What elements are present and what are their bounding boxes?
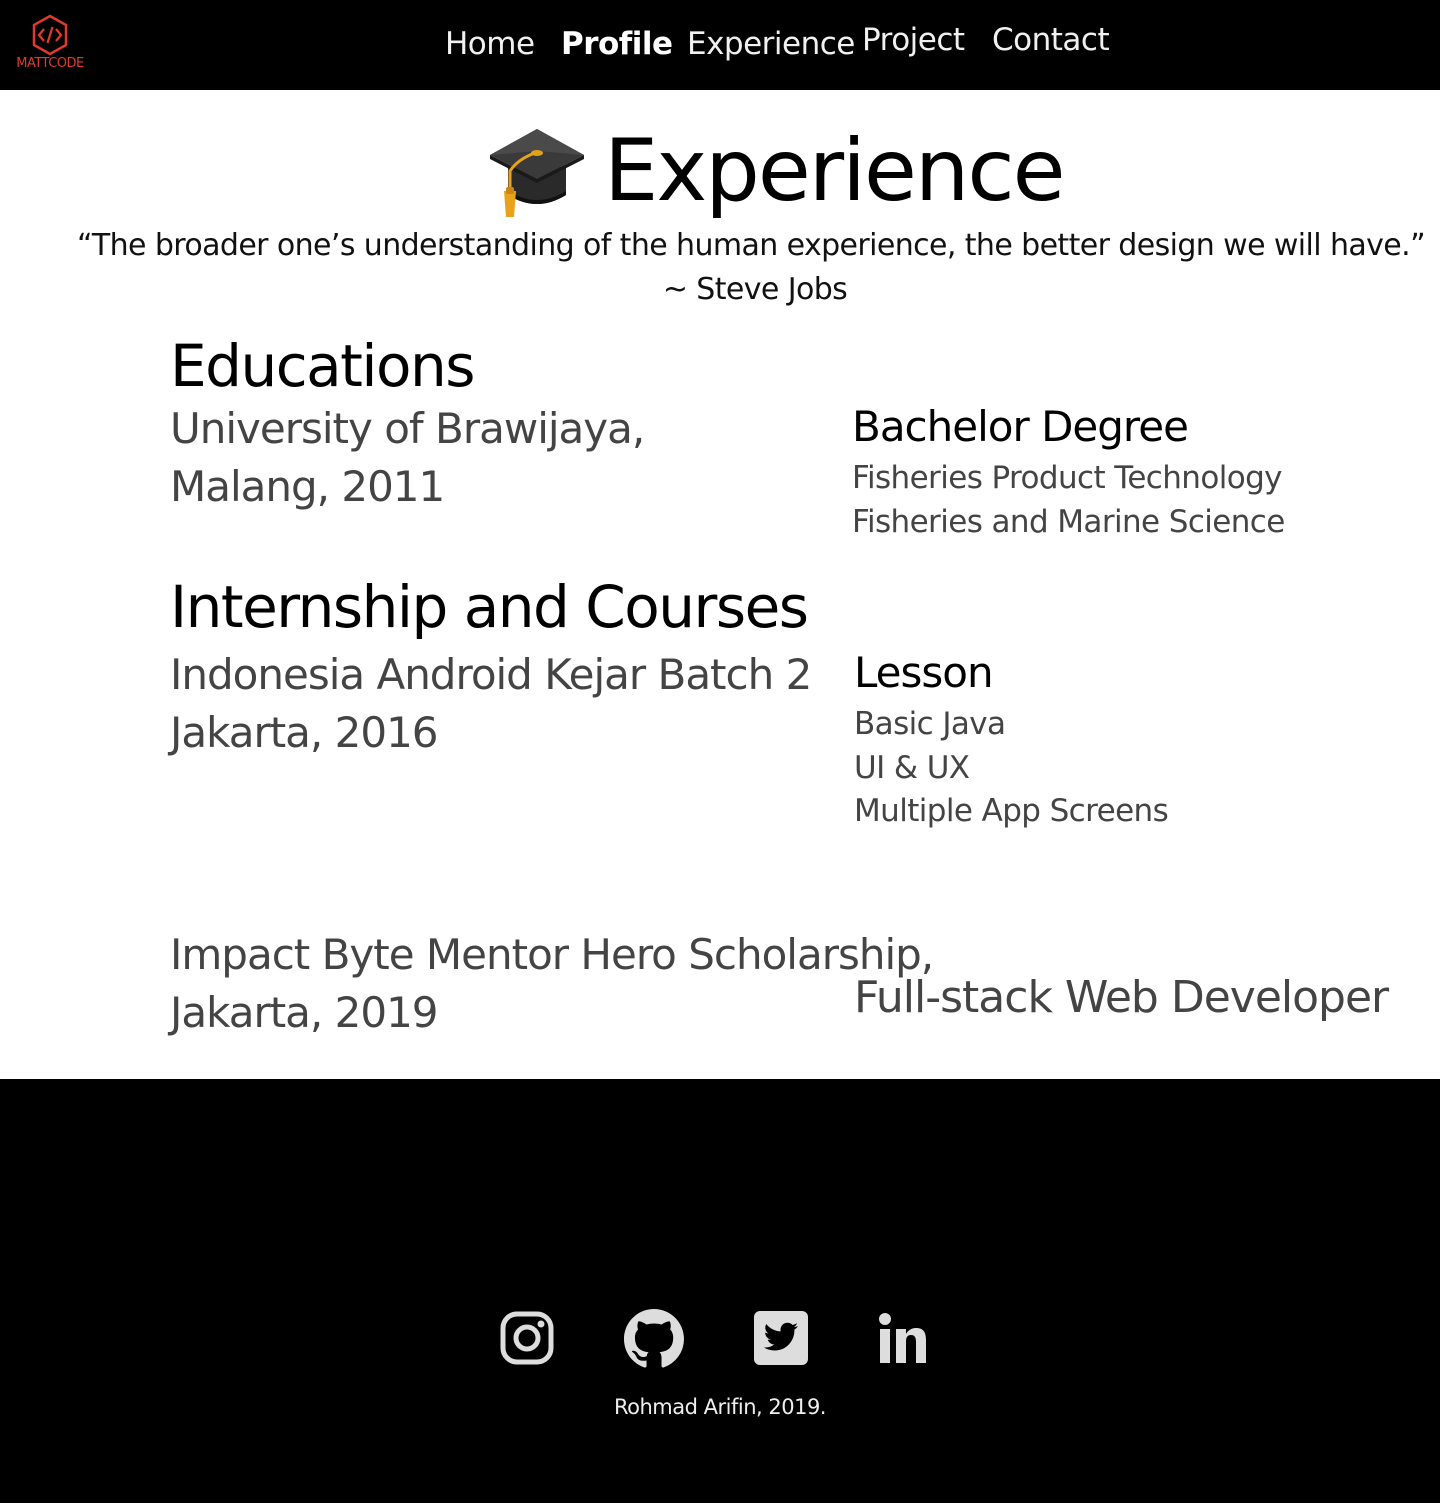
nav-project[interactable]: Project — [862, 22, 965, 58]
footer: Rohmad Arifin, 2019. — [0, 1079, 1440, 1503]
lesson-title: Lesson — [854, 648, 994, 697]
graduation-cap-icon — [490, 129, 584, 217]
page-title: Experience — [604, 121, 1066, 221]
course2-line1: Impact Byte Mentor Hero Scholarship, — [170, 930, 934, 979]
twitter-icon — [754, 1311, 808, 1365]
instagram-link[interactable] — [498, 1309, 558, 1369]
nav-home[interactable]: Home — [445, 26, 535, 62]
educations-heading: Educations — [170, 332, 475, 400]
github-icon — [624, 1309, 684, 1368]
linkedin-icon — [879, 1313, 926, 1363]
degree-title: Bachelor Degree — [852, 402, 1189, 451]
nav-menu: Home Profile Experience Project Contact — [0, 0, 1440, 90]
nav-experience[interactable]: Experience — [687, 26, 855, 62]
twitter-link[interactable] — [752, 1309, 812, 1369]
degree-line1: Fisheries Product Technology — [852, 460, 1283, 496]
linkedin-link[interactable] — [876, 1309, 936, 1369]
hero-title-row: Experience — [488, 116, 1066, 226]
top-navbar: MATTCODE Home Profile Experience Project… — [0, 0, 1440, 90]
course1-line1: Indonesia Android Kejar Batch 2 — [170, 650, 812, 699]
lesson-item: Multiple App Screens — [854, 793, 1169, 829]
lesson-item: Basic Java — [854, 706, 1006, 742]
course1-line2: Jakarta, 2016 — [170, 708, 439, 757]
copyright-text: Rohmad Arifin, 2019. — [614, 1395, 826, 1419]
lesson-item: UI & UX — [854, 750, 970, 786]
education-place-line1: University of Brawijaya, — [170, 404, 645, 453]
nav-profile[interactable]: Profile — [561, 26, 673, 62]
instagram-icon — [500, 1311, 554, 1365]
github-link[interactable] — [624, 1309, 684, 1369]
course2-line2: Jakarta, 2019 — [170, 988, 439, 1037]
nav-contact[interactable]: Contact — [992, 22, 1110, 58]
course2-role: Full-stack Web Developer — [854, 972, 1389, 1023]
quote-author: ~ Steve Jobs — [662, 272, 848, 307]
degree-line2: Fisheries and Marine Science — [852, 504, 1285, 540]
education-place-line2: Malang, 2011 — [170, 462, 445, 511]
quote-text: “The broader one’s understanding of the … — [76, 228, 1426, 263]
internship-heading: Internship and Courses — [170, 573, 809, 641]
